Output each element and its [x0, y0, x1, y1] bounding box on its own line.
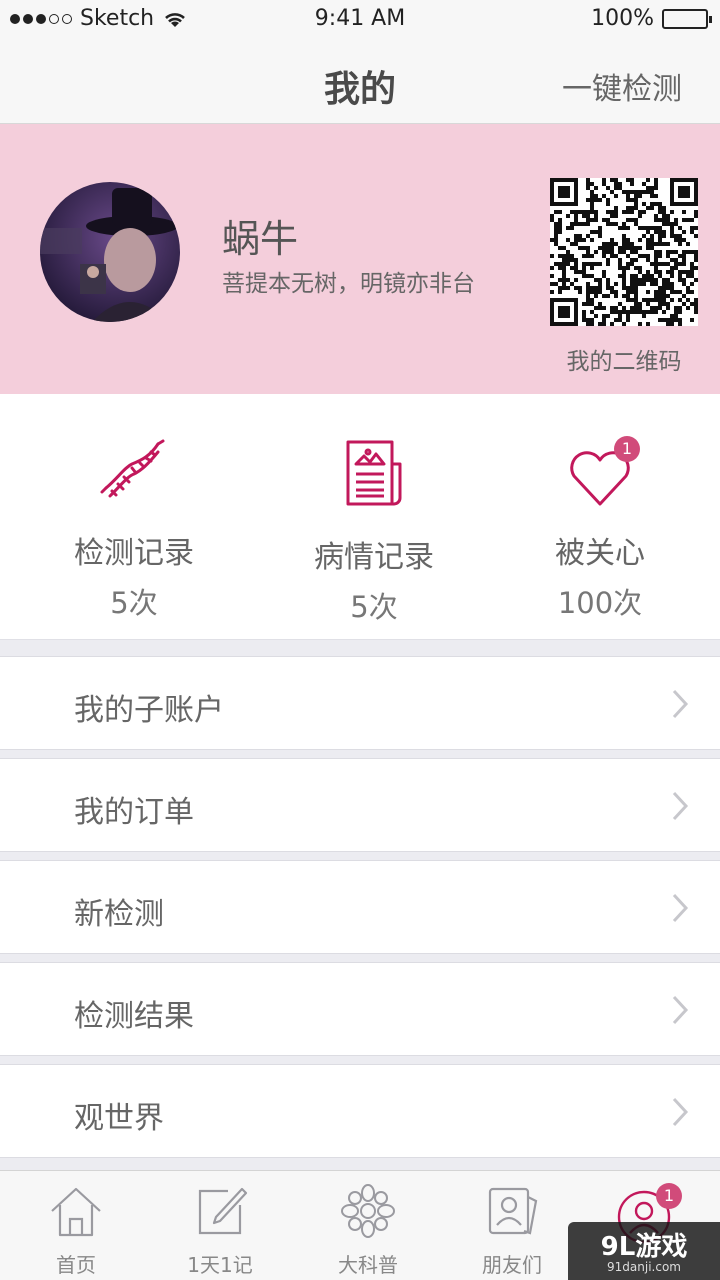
stat-count: 5次 — [110, 586, 158, 620]
chevron-right-icon — [672, 791, 689, 821]
avatar[interactable] — [40, 182, 180, 322]
one-click-detect-button[interactable]: 一键检测 — [562, 64, 682, 108]
menu-item-label: 观世界 — [74, 1101, 164, 1136]
profile-header: 蜗牛 菩提本无树，明镜亦非台 我的二维码 — [0, 124, 720, 394]
watermark-text: 9L游戏 — [600, 1232, 688, 1262]
tab-friends[interactable]: 朋友们 — [440, 1171, 584, 1280]
watermark-url: 91danji.com — [607, 1260, 681, 1274]
chevron-right-icon — [672, 893, 689, 923]
tab-label: 朋友们 — [482, 1253, 542, 1277]
menu-item-world-view[interactable]: 观世界 — [0, 1064, 720, 1158]
flower-icon — [341, 1184, 395, 1238]
chevron-right-icon — [672, 1097, 689, 1127]
notification-badge: 1 — [614, 436, 640, 462]
battery-icon — [662, 8, 712, 29]
stat-illness-records[interactable]: 病情记录 5次 — [274, 394, 474, 640]
menu-item-sub-accounts[interactable]: 我的子账户 — [0, 656, 720, 750]
contacts-icon — [488, 1187, 538, 1235]
stat-count: 5次 — [350, 590, 398, 624]
tab-home[interactable]: 首页 — [4, 1171, 148, 1280]
menu-item-label: 我的子账户 — [74, 693, 224, 728]
edit-icon — [198, 1187, 248, 1235]
menu-item-label: 我的订单 — [74, 795, 194, 830]
stat-label: 病情记录 — [314, 540, 434, 575]
tab-label: 1天1记 — [187, 1253, 253, 1277]
tab-label: 大科普 — [338, 1253, 398, 1277]
stat-count: 100次 — [557, 586, 643, 620]
qr-code-label: 我的二维码 — [566, 349, 682, 375]
menu-item-detection-results[interactable]: 检测结果 — [0, 962, 720, 1056]
report-icon — [346, 440, 402, 506]
stat-label: 被关心 — [555, 536, 645, 571]
stat-detect-records[interactable]: 检测记录 5次 — [34, 394, 234, 640]
watermark-logo: 9L游戏 91danji.com — [568, 1222, 720, 1280]
menu-item-new-detection[interactable]: 新检测 — [0, 860, 720, 954]
qr-code-image[interactable] — [550, 178, 698, 326]
menu-item-orders[interactable]: 我的订单 — [0, 758, 720, 852]
battery-percent: 100% — [591, 6, 654, 31]
chevron-right-icon — [672, 995, 689, 1025]
menu-item-label: 检测结果 — [74, 999, 194, 1034]
tab-label: 首页 — [56, 1253, 96, 1277]
status-battery: 100% — [591, 6, 712, 31]
stats-panel: 检测记录 5次 病情记录 5次 1 被关心 100次 — [0, 394, 720, 640]
profile-name: 蜗牛 — [222, 217, 299, 261]
dna-icon — [100, 439, 165, 498]
stat-label: 检测记录 — [74, 536, 194, 571]
notification-badge: 1 — [656, 1183, 682, 1209]
profile-motto: 菩提本无树，明镜亦非台 — [222, 271, 475, 297]
menu-item-label: 新检测 — [74, 897, 164, 932]
nav-bar: 我的 一键检测 — [0, 40, 720, 124]
chevron-right-icon — [672, 689, 689, 719]
tab-science[interactable]: 大科普 — [296, 1171, 440, 1280]
stat-cared[interactable]: 1 被关心 100次 — [500, 394, 700, 640]
home-icon — [51, 1187, 101, 1237]
status-bar: Sketch 9:41 AM 100% — [0, 0, 720, 40]
tab-daily-note[interactable]: 1天1记 — [148, 1171, 292, 1280]
